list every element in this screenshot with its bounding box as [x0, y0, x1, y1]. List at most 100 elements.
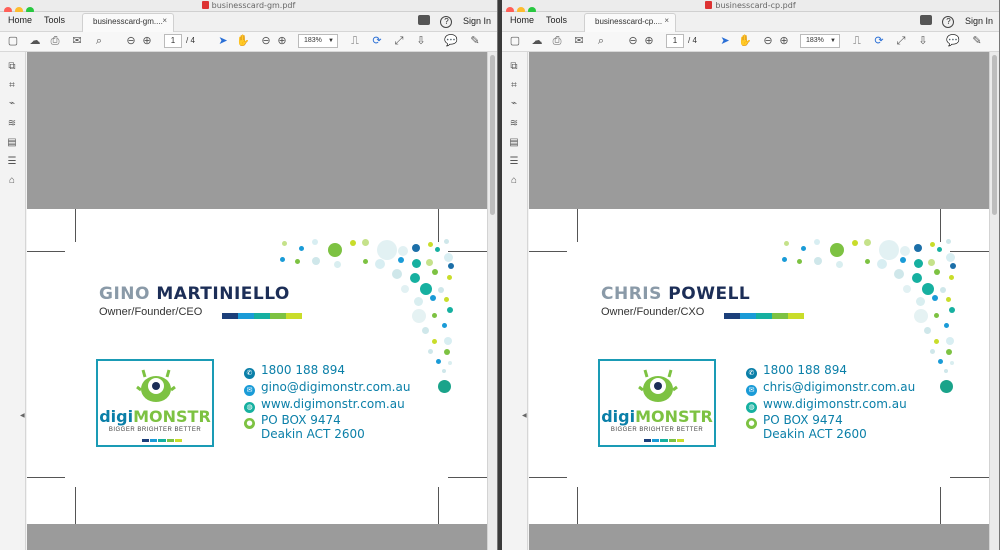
document-tab-label: businesscard-gm.... [93, 17, 163, 26]
document-tab[interactable]: businesscard-cp.... × [584, 13, 676, 32]
page-number-input[interactable]: 1 [164, 34, 182, 48]
close-tab-icon[interactable]: × [664, 16, 669, 25]
scroll-mode-icon[interactable]: ⇩ [414, 34, 428, 48]
attachment-icon[interactable]: ⌁ [508, 98, 520, 110]
next-page-icon[interactable]: ⊕ [140, 34, 154, 48]
email-icon[interactable]: ✉ [70, 34, 84, 48]
sign-icon[interactable]: ✎ [970, 34, 984, 48]
help-icon[interactable]: ? [942, 16, 955, 28]
prev-page-icon[interactable]: ⊖ [124, 34, 138, 48]
document-tab[interactable]: businesscard-gm.... × [82, 13, 174, 32]
zoom-level-select[interactable]: 183% ▼ [298, 34, 338, 48]
print-icon[interactable]: ⎙ [550, 34, 564, 48]
decorative-dot [377, 240, 397, 260]
search-icon[interactable]: ⌕ [92, 34, 106, 48]
comment-icon[interactable]: 💬 [946, 34, 960, 48]
print-icon[interactable]: ⎙ [48, 34, 62, 48]
zoom-in-icon[interactable]: ⊕ [275, 34, 289, 48]
zoom-out-icon[interactable]: ⊖ [259, 34, 273, 48]
tag-icon[interactable]: ⌂ [6, 175, 18, 187]
email-icon[interactable]: ✉ [572, 34, 586, 48]
collapse-sidebar-icon[interactable]: ◀ [522, 412, 527, 419]
document-icon[interactable]: ▤ [508, 137, 520, 149]
decorative-dot [879, 240, 899, 260]
stripe-segment [756, 313, 772, 319]
comment-icon[interactable]: 💬 [444, 34, 458, 48]
select-cursor-icon[interactable]: ➤ [718, 34, 732, 48]
vertical-scrollbar[interactable] [487, 52, 497, 550]
stripe-segment [222, 313, 238, 319]
select-cursor-icon[interactable]: ➤ [216, 34, 230, 48]
scroll-mode-icon[interactable]: ⇩ [916, 34, 930, 48]
decorative-dot [801, 246, 806, 251]
search-icon[interactable]: ⌕ [594, 34, 608, 48]
decorative-dot [299, 246, 304, 251]
decorative-dot [430, 295, 436, 301]
last-name: MARTINIELLO [156, 284, 290, 304]
decorative-dot [916, 297, 925, 306]
save-icon[interactable]: ▢ [6, 34, 20, 48]
layers-icon[interactable]: ≋ [508, 118, 520, 130]
next-page-icon[interactable]: ⊕ [642, 34, 656, 48]
attachment-icon[interactable]: ⌁ [6, 98, 18, 110]
stripe-segment [286, 313, 302, 319]
tools-menu-item[interactable]: Tools [546, 15, 567, 25]
home-menu-item[interactable]: Home [8, 15, 32, 25]
hand-icon[interactable]: ✋ [738, 34, 752, 48]
decorative-dot [949, 275, 954, 280]
sign-in-button[interactable]: Sign In [463, 16, 491, 26]
upload-icon[interactable]: ☁ [530, 34, 544, 48]
logo-color-bar [142, 439, 183, 442]
rotate-icon[interactable]: ⟳ [872, 34, 886, 48]
address-line-2: Deakin ACT 2600 [261, 427, 365, 441]
person-role: Owner/Founder/CXO [601, 306, 705, 318]
decorative-dot [900, 257, 906, 263]
collapse-sidebar-icon[interactable]: ◀ [20, 412, 25, 419]
logo-tagline: BIGGER BRIGHTER BETTER [610, 427, 704, 433]
tag-icon[interactable]: ⌂ [508, 175, 520, 187]
pages-icon[interactable]: ⧉ [508, 61, 520, 73]
close-tab-icon[interactable]: × [162, 16, 167, 25]
tools-menu-item[interactable]: Tools [44, 15, 65, 25]
hand-icon[interactable]: ✋ [236, 34, 250, 48]
document-canvas[interactable]: GINO MARTINIELLO Owner/Founder/CEO digiM… [27, 52, 488, 550]
person-name: CHRIS POWELL [601, 284, 750, 304]
page-number-input[interactable]: 1 [666, 34, 684, 48]
zoom-in-icon[interactable]: ⊕ [777, 34, 791, 48]
decorative-dot [432, 313, 437, 318]
fit-page-icon[interactable]: ⎍ [348, 34, 362, 48]
bookmark-icon[interactable]: ⌗ [508, 80, 520, 92]
decorative-dot [946, 349, 952, 355]
upload-icon[interactable]: ☁ [28, 34, 42, 48]
chat-icon[interactable] [919, 15, 932, 25]
pages-icon[interactable]: ⧉ [6, 61, 18, 73]
logo-bar-segment [660, 439, 668, 442]
form-icon[interactable]: ☰ [508, 156, 520, 168]
sign-in-button[interactable]: Sign In [965, 16, 993, 26]
document-icon[interactable]: ▤ [6, 137, 18, 149]
fit-page-icon[interactable]: ⎍ [850, 34, 864, 48]
bookmark-icon[interactable]: ⌗ [6, 80, 18, 92]
chat-icon[interactable] [417, 15, 430, 25]
decorative-dot [282, 241, 287, 246]
scrollbar-thumb[interactable] [992, 55, 997, 215]
rotate-icon[interactable]: ⟳ [370, 34, 384, 48]
fullscreen-icon[interactable]: ⤢ [894, 34, 908, 48]
scrollbar-thumb[interactable] [490, 55, 495, 215]
form-icon[interactable]: ☰ [6, 156, 18, 168]
sign-icon[interactable]: ✎ [468, 34, 482, 48]
document-canvas[interactable]: CHRIS POWELL Owner/Founder/CXO digiMONST… [529, 52, 990, 550]
layers-icon[interactable]: ≋ [6, 118, 18, 130]
vertical-scrollbar[interactable] [989, 52, 999, 550]
prev-page-icon[interactable]: ⊖ [626, 34, 640, 48]
zoom-out-icon[interactable]: ⊖ [761, 34, 775, 48]
logo-digi-text: digi [99, 407, 134, 426]
zoom-level-select[interactable]: 183% ▼ [800, 34, 840, 48]
save-icon[interactable]: ▢ [508, 34, 522, 48]
last-name: POWELL [668, 284, 751, 304]
help-icon[interactable]: ? [440, 16, 453, 28]
home-menu-item[interactable]: Home [510, 15, 534, 25]
decorative-dot [447, 307, 453, 313]
decorative-dot [900, 246, 910, 256]
fullscreen-icon[interactable]: ⤢ [392, 34, 406, 48]
